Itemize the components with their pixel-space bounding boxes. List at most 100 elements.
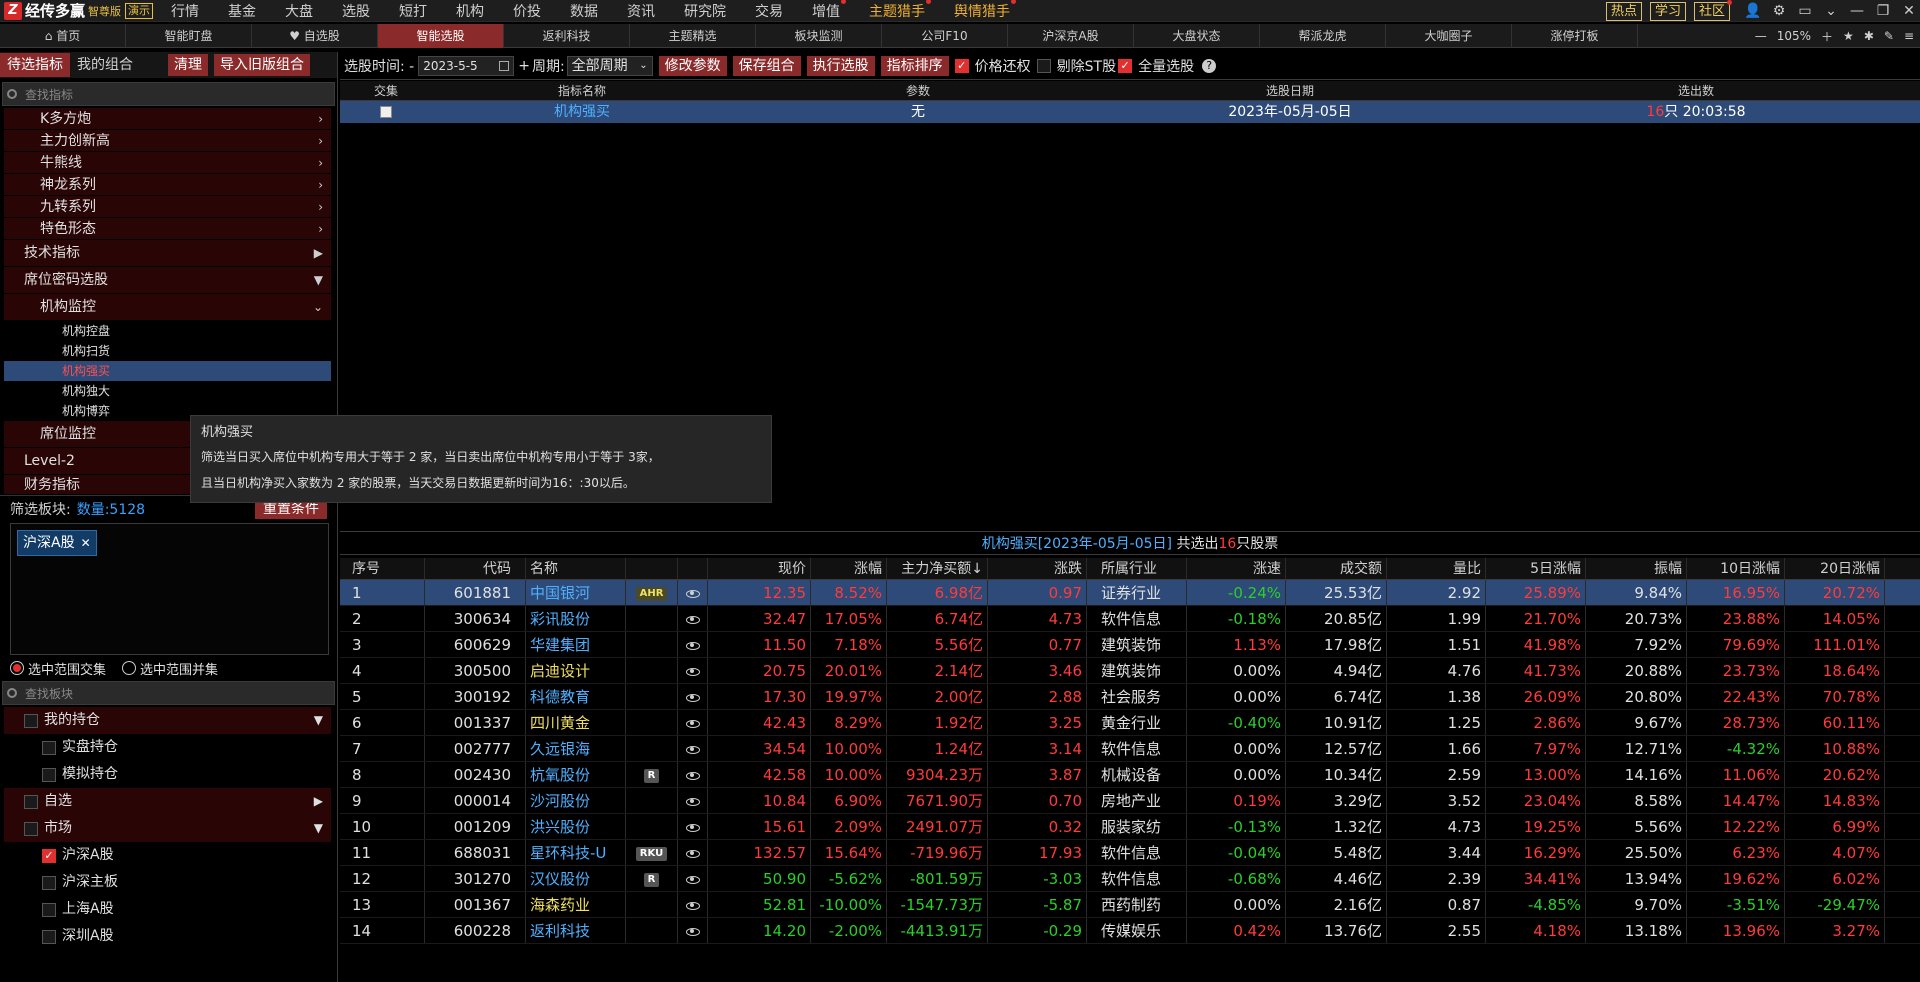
tree-leaf-2[interactable]: 机构强买 bbox=[4, 361, 331, 381]
tree-item-sub-0[interactable]: K多方炮 › bbox=[4, 108, 331, 130]
eye-icon[interactable] bbox=[685, 927, 700, 936]
column-header-14[interactable]: 振幅 bbox=[1586, 558, 1687, 579]
menu-item-8[interactable]: 资讯 bbox=[627, 1, 655, 21]
checkbox[interactable] bbox=[42, 902, 56, 917]
stock-name[interactable]: 星环科技-U bbox=[530, 844, 606, 862]
radio-intersect[interactable] bbox=[10, 661, 24, 675]
eye-icon[interactable] bbox=[685, 797, 700, 806]
eye-icon[interactable] bbox=[685, 901, 700, 910]
menu-item-0[interactable]: 行情 bbox=[171, 1, 199, 21]
checkbox-checked[interactable] bbox=[954, 58, 969, 73]
indicator-header-0[interactable]: 交集 bbox=[340, 81, 432, 100]
plus-icon[interactable]: + bbox=[518, 58, 530, 74]
eye-icon-cell[interactable] bbox=[678, 736, 708, 761]
tab-9[interactable]: 大盘状态 bbox=[1134, 23, 1260, 48]
item-sz-a[interactable]: 深圳A股 bbox=[4, 923, 331, 950]
eye-icon[interactable] bbox=[685, 641, 700, 650]
stock-name-cell[interactable]: 中国银河 bbox=[526, 580, 626, 605]
block-search-input[interactable]: 查找板块 bbox=[2, 681, 335, 705]
tab-7[interactable]: 公司F10 bbox=[882, 23, 1008, 48]
table-row[interactable]: 9 000014 沙河股份 10.84 6.90% 7671.90万 0.70 房地产业 0.1… bbox=[340, 788, 1920, 814]
tree-item-sub-1[interactable]: 主力创新高 › bbox=[4, 130, 331, 152]
eye-icon-cell[interactable] bbox=[678, 892, 708, 917]
eye-icon-cell[interactable] bbox=[678, 710, 708, 735]
eye-icon-cell[interactable] bbox=[678, 918, 708, 943]
eye-icon[interactable] bbox=[685, 823, 700, 832]
period-select[interactable]: 全部周期 ⌄ bbox=[566, 55, 653, 76]
tree-leaf-1[interactable]: 机构扫货 bbox=[4, 341, 331, 361]
date-input[interactable]: 2023-5-5 bbox=[418, 55, 515, 76]
tree-item-tech-indicators[interactable]: 技术指标 ▶ bbox=[4, 240, 331, 267]
stock-name-cell[interactable]: 久远银海 bbox=[526, 736, 626, 761]
intersect-cell[interactable] bbox=[340, 101, 432, 123]
column-header-16[interactable]: 20日涨幅 bbox=[1785, 558, 1885, 579]
tab-0[interactable]: ⌂ 首页 bbox=[0, 23, 126, 48]
stock-name[interactable]: 久远银海 bbox=[530, 740, 590, 758]
table-row[interactable]: 1 601881 中国银河 AHR 12.35 8.52% 6.98亿 0.97 证券行业 -0.… bbox=[340, 580, 1920, 606]
stock-name-cell[interactable]: 汉仪股份 bbox=[526, 866, 626, 891]
eye-icon-cell[interactable] bbox=[678, 866, 708, 891]
indicator-header-3[interactable]: 选股日期 bbox=[1104, 81, 1476, 100]
eye-icon[interactable] bbox=[685, 589, 700, 598]
eye-icon-cell[interactable] bbox=[678, 632, 708, 657]
checkbox[interactable] bbox=[24, 794, 38, 809]
column-header-9[interactable]: 所属行业 bbox=[1087, 558, 1187, 579]
indicator-header-2[interactable]: 参数 bbox=[732, 81, 1104, 100]
tab-6[interactable]: 板块监测 bbox=[756, 23, 882, 48]
table-row[interactable]: 5 300192 科德教育 17.30 19.97% 2.00亿 2.88 社会服务 0.00%… bbox=[340, 684, 1920, 710]
eye-icon[interactable] bbox=[685, 849, 700, 858]
eye-icon[interactable] bbox=[685, 745, 700, 754]
indicator-header-4[interactable]: 选出数 bbox=[1476, 81, 1916, 100]
group-market[interactable]: 市场 ▼ bbox=[4, 815, 331, 842]
stock-name-cell[interactable]: 华建集团 bbox=[526, 632, 626, 657]
tree-leaf-3[interactable]: 机构独大 bbox=[4, 381, 331, 401]
column-header-12[interactable]: 量比 bbox=[1387, 558, 1486, 579]
eye-icon[interactable] bbox=[685, 875, 700, 884]
table-row[interactable]: 10 001209 洪兴股份 15.61 2.09% 2491.07万 0.32 服装家纺 -0… bbox=[340, 814, 1920, 840]
community-button[interactable]: 社区 bbox=[1693, 0, 1732, 21]
table-row[interactable]: 11 688031 星环科技-U RKU 132.57 15.64% -719.96万 17.… bbox=[340, 840, 1920, 866]
tab-8[interactable]: 沪深京A股 bbox=[1008, 23, 1134, 48]
eye-icon-cell[interactable] bbox=[678, 814, 708, 839]
close-icon[interactable]: ✕ bbox=[1898, 2, 1920, 20]
menu-item-12[interactable]: 主题猎手 bbox=[869, 0, 932, 21]
restore-icon[interactable]: ❐ bbox=[1872, 2, 1894, 20]
menu-item-5[interactable]: 机构 bbox=[456, 1, 484, 21]
menu-icon[interactable]: ≡ bbox=[1904, 29, 1914, 43]
stock-name[interactable]: 科德教育 bbox=[530, 688, 590, 706]
stock-name[interactable]: 汉仪股份 bbox=[530, 870, 590, 888]
checkbox[interactable] bbox=[42, 875, 56, 890]
tab-my-combos[interactable]: 我的组合 bbox=[70, 53, 140, 77]
column-header-11[interactable]: 成交额 bbox=[1286, 558, 1387, 579]
column-header-6[interactable]: 涨幅 bbox=[811, 558, 887, 579]
stock-name-cell[interactable]: 返利科技 bbox=[526, 918, 626, 943]
menu-item-13[interactable]: 舆情猎手 bbox=[954, 0, 1017, 21]
zoom-in-icon[interactable]: ＋ bbox=[1821, 28, 1833, 45]
stock-name[interactable]: 启迪设计 bbox=[530, 662, 590, 680]
tree-item-inst-monitor[interactable]: 机构监控 ⌄ bbox=[4, 294, 331, 321]
stock-name[interactable]: 彩讯股份 bbox=[530, 610, 590, 628]
menu-item-11[interactable]: 增值 bbox=[812, 0, 847, 21]
column-header-4[interactable] bbox=[678, 558, 708, 579]
full-screening-toggle[interactable]: 全量选股 bbox=[1118, 56, 1194, 76]
eye-icon-cell[interactable] bbox=[678, 606, 708, 631]
eye-icon[interactable] bbox=[685, 719, 700, 728]
table-row[interactable]: 8 002430 杭氧股份 R 42.58 10.00% 9304.23万 3.87 机械设备 0… bbox=[340, 762, 1920, 788]
learn-button[interactable]: 学习 bbox=[1649, 1, 1686, 21]
eye-icon-cell[interactable] bbox=[678, 788, 708, 813]
checkbox-checked[interactable] bbox=[1118, 58, 1133, 73]
column-header-15[interactable]: 10日涨幅 bbox=[1687, 558, 1785, 579]
checkbox[interactable] bbox=[42, 929, 56, 944]
tab-1[interactable]: 智能盯盘 bbox=[126, 23, 252, 48]
stock-name-cell[interactable]: 洪兴股份 bbox=[526, 814, 626, 839]
menu-item-9[interactable]: 研究院 bbox=[684, 1, 726, 21]
chevron-down-icon[interactable]: ⌄ bbox=[1820, 2, 1842, 20]
column-header-13[interactable]: 5日涨幅 bbox=[1486, 558, 1586, 579]
menu-item-1[interactable]: 基金 bbox=[228, 1, 256, 21]
indicator-header-1[interactable]: 指标名称 bbox=[432, 81, 732, 100]
table-row[interactable]: 13 001367 海森药业 52.81 -10.00% -1547.73万 -5.87 西药… bbox=[340, 892, 1920, 918]
tree-item-sub-2[interactable]: 牛熊线 › bbox=[4, 152, 331, 174]
indicator-row[interactable]: 机构强买 无 2023年-05月-05日 16只 20:03:58 bbox=[340, 101, 1920, 123]
column-header-0[interactable]: 序号 bbox=[340, 558, 425, 579]
block-chip[interactable]: 沪深A股 ✕ bbox=[17, 530, 97, 556]
